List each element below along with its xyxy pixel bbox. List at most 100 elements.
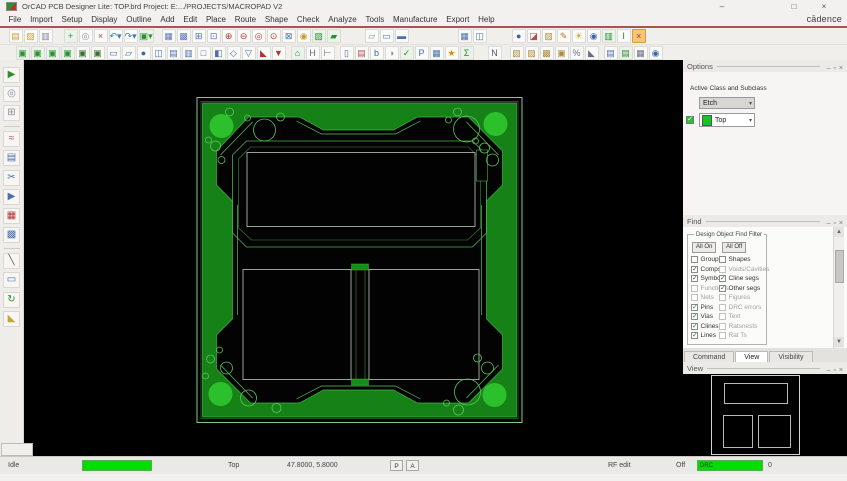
align-icon[interactable]: ▽ <box>242 46 256 60</box>
dim-icon[interactable]: ⊢ <box>321 46 335 60</box>
close-panel-icon[interactable]: × <box>839 65 843 72</box>
select-tool-icon[interactable]: ▶ <box>3 67 20 83</box>
highlight-icon[interactable]: ▬ <box>395 29 409 43</box>
report-icon[interactable]: ▤ <box>355 46 369 60</box>
zoom-selection-icon[interactable]: ⊠ <box>282 29 296 43</box>
layer-visibility-icon-5[interactable]: ▣ <box>76 46 90 60</box>
percent-tool-icon[interactable]: % <box>570 46 584 60</box>
play-tool-icon[interactable]: ▶ <box>3 189 20 205</box>
checkbox-comps[interactable]: ✓ <box>691 266 698 273</box>
class-dropdown[interactable]: Etch ▾ <box>699 97 755 109</box>
menu-outline[interactable]: Outline <box>122 15 156 24</box>
fix-element-icon[interactable]: ▣▾ <box>139 29 154 43</box>
dimension-icon[interactable]: ◣ <box>585 46 599 60</box>
all-on-button[interactable]: All On <box>692 242 716 253</box>
sum-report-icon[interactable]: Σ <box>460 46 474 60</box>
delete-vertex-icon[interactable]: ▼ <box>272 46 286 60</box>
subclass-dropdown[interactable]: Top ▾ <box>699 113 755 127</box>
wedge-tool-icon[interactable]: ◣ <box>3 311 20 327</box>
menu-place[interactable]: Place <box>202 15 231 24</box>
via-lib-icon[interactable]: ▨ <box>525 46 539 60</box>
menu-add[interactable]: Add <box>156 15 179 24</box>
menu-setup[interactable]: Setup <box>57 15 87 24</box>
info-icon[interactable]: I <box>617 29 631 43</box>
add-element-icon[interactable]: + <box>64 29 78 43</box>
menu-display[interactable]: Display <box>87 15 122 24</box>
layer-stack-icon[interactable]: ▤ <box>3 150 20 166</box>
save-design-icon[interactable]: ▥ <box>39 29 53 43</box>
red-grid-icon[interactable]: ▦ <box>3 208 20 224</box>
paste-icon[interactable]: ▥ <box>182 46 196 60</box>
zoom-in-icon[interactable]: ⊕ <box>222 29 236 43</box>
close-task-icon[interactable]: × <box>632 29 646 43</box>
all-off-button[interactable]: All Off <box>722 242 746 253</box>
layer-visibility-icon-1[interactable]: ▣ <box>16 46 30 60</box>
flash-add-icon[interactable]: ★ <box>445 46 459 60</box>
pick-mode-button[interactable]: P <box>390 460 403 471</box>
layer-visibility-icon-3[interactable]: ▣ <box>46 46 60 60</box>
flash-icon[interactable]: ☀ <box>572 29 586 43</box>
blue-grid-icon[interactable]: ▩ <box>3 227 20 243</box>
copy-icon[interactable]: ▤ <box>167 46 181 60</box>
unrats-all-icon[interactable]: ▦ <box>162 29 176 43</box>
menu-export[interactable]: Export <box>442 15 474 24</box>
menu-help[interactable]: Help <box>474 15 499 24</box>
menu-shape[interactable]: Shape <box>261 15 293 24</box>
status-icon[interactable]: ◑ <box>385 46 399 60</box>
hilite-icon[interactable]: H <box>306 46 320 60</box>
net-schedule-icon[interactable]: N <box>488 46 502 60</box>
spread-icon[interactable]: ● <box>137 46 151 60</box>
checkbox-symbols[interactable]: ✓ <box>691 275 698 282</box>
new-design-icon[interactable]: ▤ <box>9 29 23 43</box>
pin-panel-icon[interactable]: ▫ <box>833 65 835 72</box>
cut-tool-icon[interactable]: ✂ <box>3 170 20 186</box>
scroll-up-icon[interactable]: ▲ <box>834 227 844 237</box>
symbol-lib-icon[interactable]: ▣ <box>555 46 569 60</box>
checkbox-pins[interactable]: ✓ <box>691 304 698 311</box>
grid-toggle-icon[interactable]: ▦ <box>430 46 444 60</box>
flip-design-icon[interactable]: ▰ <box>327 29 341 43</box>
measure-tool-icon[interactable]: ⊞ <box>3 105 20 121</box>
refresh-tool-icon[interactable]: ↻ <box>3 292 20 308</box>
swap-icon[interactable]: ◫ <box>152 46 166 60</box>
close-panel-icon[interactable]: × <box>839 220 843 227</box>
shape-edit-icon[interactable]: ◪ <box>527 29 541 43</box>
rats-all-icon[interactable]: ▩ <box>177 29 191 43</box>
show-measure-icon[interactable]: ▭ <box>380 29 394 43</box>
checkbox-shapes[interactable] <box>719 256 726 263</box>
label-tool-icon[interactable]: b <box>370 46 384 60</box>
module-lib-icon[interactable]: ▩ <box>540 46 554 60</box>
rect-tool-icon[interactable]: ▭ <box>3 272 20 288</box>
constraint-manager-icon[interactable]: ◫ <box>473 29 487 43</box>
tab-view[interactable]: View <box>735 351 768 362</box>
minimize-button[interactable]: – <box>714 1 730 12</box>
float-panel-icon[interactable]: – <box>827 65 831 72</box>
zoom-out-icon[interactable]: ⊖ <box>237 29 251 43</box>
minimap[interactable] <box>683 374 847 456</box>
scroll-down-icon[interactable]: ▼ <box>834 337 844 347</box>
pen-tool-icon[interactable]: ✎ <box>557 29 571 43</box>
move-icon[interactable]: □ <box>197 46 211 60</box>
padstack-edit-icon[interactable]: ▨ <box>542 29 556 43</box>
layer-visibility-icon-2[interactable]: ▣ <box>31 46 45 60</box>
line-tool-icon[interactable]: ╲ <box>3 253 20 269</box>
menu-file[interactable]: File <box>4 15 26 24</box>
open-design-icon[interactable]: ▨ <box>24 29 38 43</box>
find-scrollbar[interactable]: ▲ ▼ <box>833 227 844 348</box>
menu-manufacture[interactable]: Manufacture <box>389 15 442 24</box>
zoom-fit-icon[interactable]: ⊡ <box>207 29 221 43</box>
pin-panel-icon[interactable]: ▫ <box>833 220 835 227</box>
checkbox-cline-segs[interactable]: ✓ <box>719 275 726 282</box>
float-panel-icon[interactable]: – <box>827 220 831 227</box>
gear-icon[interactable]: ◎ <box>79 29 93 43</box>
slide-icon[interactable]: ▭ <box>107 46 121 60</box>
show-element-icon[interactable]: ▱ <box>365 29 379 43</box>
checkbox-lines[interactable]: ✓ <box>691 332 698 339</box>
zoom-previous-icon[interactable]: ⊙ <box>267 29 281 43</box>
pad-edit-icon[interactable]: P <box>415 46 429 60</box>
float-panel-icon[interactable]: – <box>827 367 831 374</box>
design-canvas[interactable] <box>24 60 683 456</box>
layer-visibility-icon-4[interactable]: ▣ <box>61 46 75 60</box>
menu-import[interactable]: Import <box>26 15 57 24</box>
menu-route[interactable]: Route <box>230 15 260 24</box>
